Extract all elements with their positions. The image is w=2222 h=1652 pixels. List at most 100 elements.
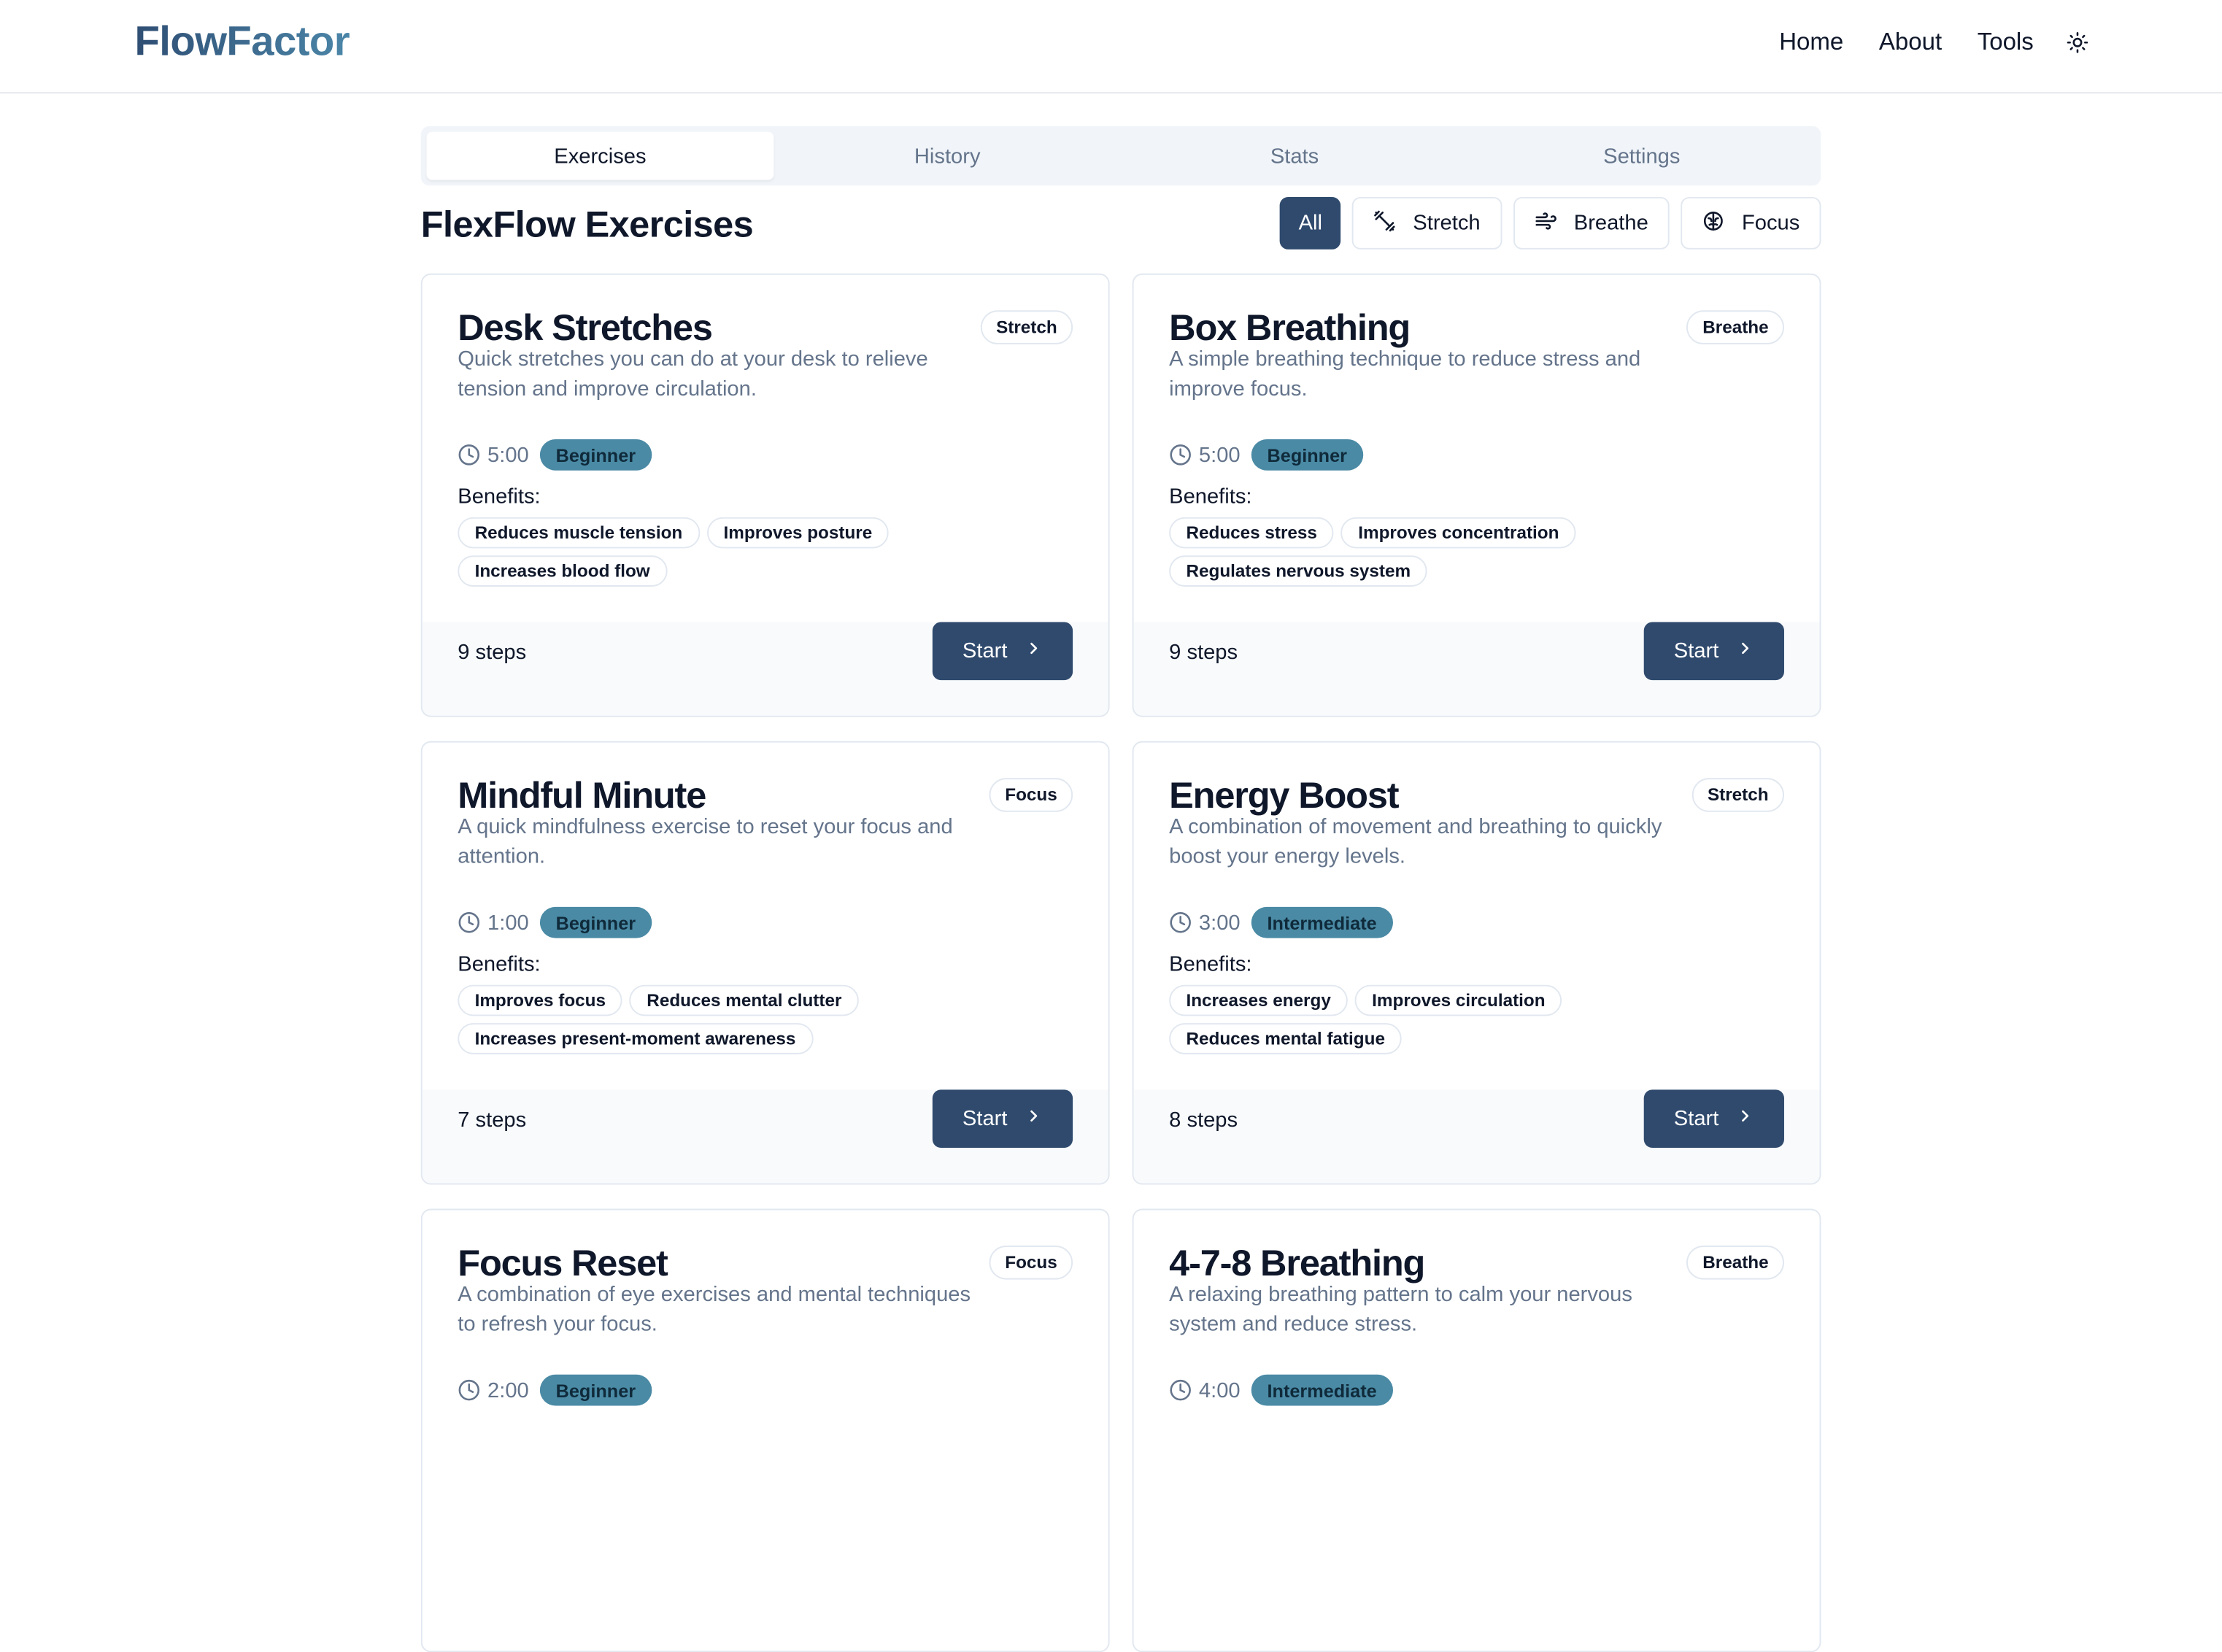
start-button[interactable]: Start — [1643, 622, 1784, 681]
category-badge: Breathe — [1686, 310, 1784, 344]
chevron-right-icon — [1736, 639, 1754, 663]
brain-icon — [1702, 209, 1725, 237]
steps-count: 7 steps — [458, 1108, 527, 1132]
filter-all-button[interactable]: All — [1280, 196, 1341, 250]
nav-about-link[interactable]: About — [1879, 28, 1942, 57]
exercise-title: Desk Stretches — [458, 306, 713, 349]
exercise-description: A simple breathing technique to reduce s… — [1169, 347, 1641, 401]
duration: 3:00 — [1198, 910, 1241, 935]
benefit-chip: Regulates nervous system — [1169, 555, 1428, 587]
benefit-chip: Reduces mental fatigue — [1169, 1023, 1403, 1054]
clock-icon — [1169, 444, 1192, 466]
view-tabs: Exercises History Stats Settings — [420, 126, 1821, 186]
benefit-chip: Improves circulation — [1354, 984, 1562, 1016]
level-badge: Beginner — [540, 1374, 652, 1406]
clock-icon — [458, 1379, 480, 1402]
exercise-title: Focus Reset — [458, 1241, 668, 1284]
exercise-title: Energy Boost — [1169, 773, 1399, 817]
category-badge: Breathe — [1686, 1246, 1784, 1280]
exercise-meta: 5:00 Beginner — [1169, 439, 1363, 471]
benefits-label: Benefits: — [1169, 952, 1252, 977]
steps-count: 8 steps — [1169, 1108, 1238, 1132]
exercise-description: Quick stretches you can do at your desk … — [458, 347, 928, 401]
exercise-description: A relaxing breathing pattern to calm you… — [1169, 1282, 1632, 1337]
level-badge: Beginner — [1251, 439, 1363, 471]
benefit-chip: Improves posture — [706, 517, 890, 549]
tab-settings[interactable]: Settings — [1468, 132, 1816, 180]
exercise-card: Mindful Minute Focus A quick mindfulness… — [420, 741, 1110, 1185]
level-badge: Intermediate — [1251, 1374, 1393, 1406]
exercise-title: Mindful Minute — [458, 773, 706, 817]
clock-icon — [1169, 911, 1192, 934]
benefit-chip: Increases energy — [1169, 984, 1349, 1016]
benefits-list: Improves focus Reduces mental clutter In… — [458, 984, 1053, 1054]
exercise-description: A quick mindfulness exercise to reset yo… — [458, 814, 953, 869]
filter-stretch-button[interactable]: Stretch — [1351, 196, 1502, 250]
filter-breathe-button[interactable]: Breathe — [1513, 196, 1670, 250]
chevron-right-icon — [1736, 1107, 1754, 1131]
exercise-card: Desk Stretches Stretch Quick stretches y… — [420, 273, 1110, 717]
card-footer: 8 steps Start — [1133, 1089, 1820, 1184]
steps-count: 9 steps — [458, 640, 527, 665]
start-label: Start — [962, 638, 1008, 663]
duration: 1:00 — [487, 910, 529, 935]
exercise-card: Box Breathing Breathe A simple breathing… — [1132, 273, 1821, 717]
benefit-chip: Increases blood flow — [458, 555, 667, 587]
benefit-chip: Reduces mental clutter — [630, 984, 859, 1016]
start-label: Start — [1673, 1106, 1719, 1131]
nav-home-link[interactable]: Home — [1779, 28, 1843, 57]
exercise-title: 4-7-8 Breathing — [1169, 1241, 1425, 1284]
benefit-chip: Reduces muscle tension — [458, 517, 700, 549]
main-nav: Home About Tools — [1779, 28, 2088, 57]
start-label: Start — [1673, 638, 1719, 663]
filter-stretch-label: Stretch — [1413, 211, 1481, 236]
level-badge: Beginner — [540, 906, 652, 938]
benefits-label: Benefits: — [458, 485, 541, 509]
tab-exercises[interactable]: Exercises — [426, 131, 774, 180]
exercise-card: Energy Boost Stretch A combination of mo… — [1132, 741, 1821, 1185]
filter-all-label: All — [1298, 211, 1323, 236]
chevron-right-icon — [1025, 1107, 1043, 1131]
start-label: Start — [962, 1106, 1008, 1131]
exercise-meta: 3:00 Intermediate — [1169, 906, 1393, 938]
benefit-chip: Reduces stress — [1169, 517, 1335, 549]
chevron-right-icon — [1025, 639, 1043, 663]
category-badge: Stretch — [980, 310, 1073, 344]
benefit-chip: Increases present-moment awareness — [458, 1023, 813, 1054]
tab-history[interactable]: History — [774, 132, 1121, 180]
start-button[interactable]: Start — [1643, 1089, 1784, 1149]
card-footer: 9 steps Start — [1133, 622, 1820, 716]
filter-focus-button[interactable]: Focus — [1681, 196, 1821, 250]
filter-breathe-label: Breathe — [1573, 211, 1648, 236]
top-navbar: FlowFactor Home About Tools — [0, 0, 2222, 94]
exercise-meta: 1:00 Beginner — [458, 906, 652, 938]
category-badge: Focus — [989, 778, 1073, 812]
nav-tools-link[interactable]: Tools — [1978, 28, 2034, 57]
tab-stats[interactable]: Stats — [1121, 132, 1468, 180]
duration: 2:00 — [487, 1378, 529, 1402]
exercise-card: Focus Reset Focus A combination of eye e… — [420, 1208, 1110, 1652]
card-footer: 7 steps Start — [422, 1089, 1108, 1184]
level-badge: Intermediate — [1251, 906, 1393, 938]
benefit-chip: Improves concentration — [1340, 517, 1576, 549]
steps-count: 9 steps — [1169, 640, 1238, 665]
exercise-meta: 2:00 Beginner — [458, 1374, 652, 1406]
exercise-card: 4-7-8 Breathing Breathe A relaxing breat… — [1132, 1208, 1821, 1652]
duration: 5:00 — [487, 442, 529, 467]
wind-icon — [1534, 209, 1556, 237]
logo[interactable]: FlowFactor — [134, 20, 350, 66]
benefit-chip: Improves focus — [458, 984, 623, 1016]
start-button[interactable]: Start — [932, 622, 1073, 681]
exercise-description: A combination of eye exercises and menta… — [458, 1282, 971, 1337]
start-button[interactable]: Start — [932, 1089, 1073, 1149]
sun-icon[interactable] — [2066, 31, 2088, 54]
duration: 5:00 — [1198, 442, 1241, 467]
benefits-label: Benefits: — [1169, 485, 1252, 509]
category-filters: All Stretch Breathe Focus — [1280, 196, 1821, 250]
benefits-list: Increases energy Improves circulation Re… — [1169, 984, 1764, 1054]
exercise-meta: 4:00 Intermediate — [1169, 1374, 1393, 1406]
stretch-icon — [1373, 209, 1396, 237]
clock-icon — [1169, 1379, 1192, 1402]
card-footer: 9 steps Start — [422, 622, 1108, 716]
benefits-label: Benefits: — [458, 952, 541, 977]
